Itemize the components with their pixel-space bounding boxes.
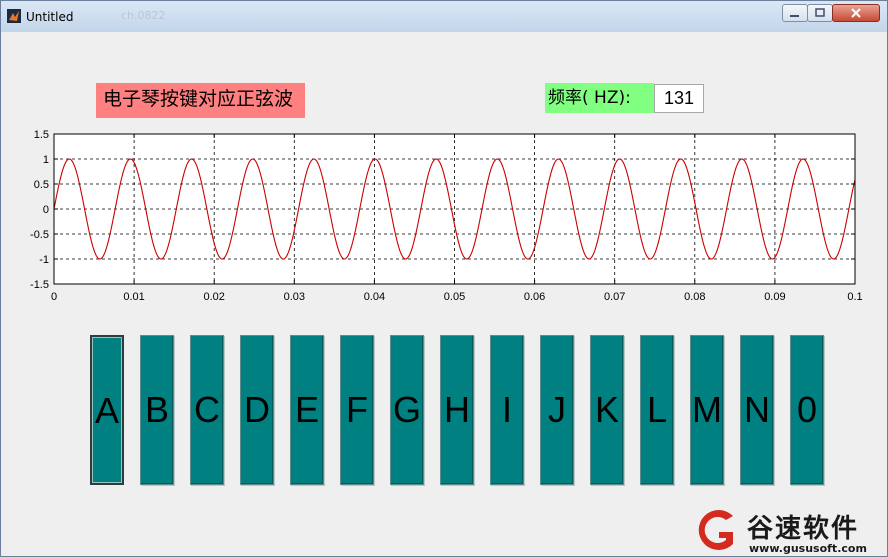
x-tick-label: 0.07 bbox=[604, 291, 625, 303]
x-tick-label: 0.09 bbox=[764, 291, 785, 303]
key-button-a[interactable]: A bbox=[90, 335, 124, 485]
key-button-n[interactable]: N bbox=[740, 335, 774, 485]
x-tick-label: 0.04 bbox=[364, 291, 385, 303]
watermark-name: 谷速软件 bbox=[747, 514, 860, 544]
x-tick-label: 0.01 bbox=[123, 291, 144, 303]
x-tick-label: 0.03 bbox=[284, 291, 305, 303]
key-button-0[interactable]: 0 bbox=[790, 335, 824, 485]
key-button-j[interactable]: J bbox=[540, 335, 574, 485]
key-button-d[interactable]: D bbox=[240, 335, 274, 485]
x-tick-label: 0.02 bbox=[203, 291, 224, 303]
y-tick-label: 1 bbox=[43, 154, 49, 166]
x-tick-label: 0.1 bbox=[847, 291, 862, 303]
watermark: 谷速软件 www.gususoft.com bbox=[689, 504, 888, 558]
key-button-b[interactable]: B bbox=[140, 335, 174, 485]
key-button-g[interactable]: G bbox=[390, 335, 424, 485]
y-tick-label: -1 bbox=[39, 254, 49, 266]
y-tick-label: 0.5 bbox=[34, 179, 49, 191]
y-tick-label: 0 bbox=[43, 204, 49, 216]
key-button-e[interactable]: E bbox=[290, 335, 324, 485]
x-tick-label: 0.08 bbox=[684, 291, 705, 303]
sine-plot: 0 0.01 0.02 0.03 0.04 0.05 0.06 0.07 0.08 0.09 0.1… bbox=[30, 129, 863, 303]
key-button-c[interactable]: C bbox=[190, 335, 224, 485]
x-tick-label: 0.06 bbox=[524, 291, 545, 303]
x-tick-label: 0 bbox=[51, 291, 57, 303]
key-button-i[interactable]: I bbox=[490, 335, 524, 485]
key-button-k[interactable]: K bbox=[590, 335, 624, 485]
key-button-m[interactable]: M bbox=[690, 335, 724, 485]
y-tick-label: -0.5 bbox=[30, 229, 49, 241]
y-tick-label: 1.5 bbox=[34, 129, 49, 141]
y-tick-label: -1.5 bbox=[30, 279, 49, 291]
key-button-l[interactable]: L bbox=[640, 335, 674, 485]
x-tick-label: 0.05 bbox=[444, 291, 465, 303]
key-button-f[interactable]: F bbox=[340, 335, 374, 485]
watermark-url: www.gususoft.com bbox=[749, 542, 867, 555]
app-window: Untitled ch.0822 电子琴按键对应正弦波 频率( HZ): 00.… bbox=[0, 0, 888, 557]
gususoft-logo-icon bbox=[698, 510, 733, 550]
key-button-h[interactable]: H bbox=[440, 335, 474, 485]
